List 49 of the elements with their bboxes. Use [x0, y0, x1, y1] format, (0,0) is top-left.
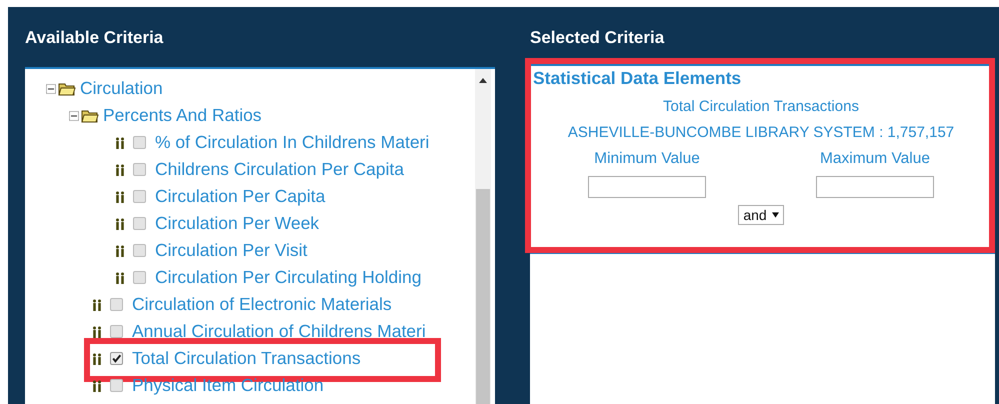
people-icon: [115, 272, 125, 284]
checkbox[interactable]: [110, 325, 123, 338]
collapse-icon[interactable]: [69, 110, 79, 120]
checkbox[interactable]: [110, 352, 123, 365]
people-icon: [115, 218, 125, 230]
tree-folder-label[interactable]: Percents And Ratios: [103, 105, 262, 126]
scroll-up-icon[interactable]: [479, 77, 487, 83]
people-icon: [115, 164, 125, 176]
tree-item-label[interactable]: Circulation Per Visit: [155, 240, 308, 261]
people-icon: [92, 298, 102, 310]
scrollbar[interactable]: [475, 69, 491, 404]
panel-title: Selected Criteria: [530, 27, 666, 49]
checkbox[interactable]: [133, 190, 146, 203]
checkbox[interactable]: [133, 244, 146, 257]
tree-folder-label[interactable]: Circulation: [80, 78, 163, 99]
checkbox[interactable]: [133, 163, 146, 176]
tree-item-label[interactable]: % of Circulation In Childrens Materi: [155, 132, 430, 153]
checkbox[interactable]: [133, 271, 146, 284]
element-name: Total Circulation Transactions: [662, 98, 860, 115]
tree-item-label[interactable]: Circulation Per Circulating Holding: [155, 267, 422, 288]
checkbox[interactable]: [110, 379, 123, 392]
operator-dropdown[interactable]: and: [738, 205, 784, 225]
maximum-input[interactable]: [816, 176, 934, 198]
library-value: ASHEVILLE-BUNCOMBE LIBRARY SYSTEM : 1,757,157: [566, 124, 956, 141]
checkbox[interactable]: [133, 136, 146, 149]
tree-item-label[interactable]: Circulation Per Capita: [155, 186, 326, 207]
caret-icon: [772, 212, 779, 218]
collapse-icon[interactable]: [46, 84, 56, 94]
field-label: Maximum Value: [820, 150, 930, 168]
people-icon: [92, 352, 102, 364]
scrollbar-thumb[interactable]: [476, 189, 490, 404]
folder-icon: [81, 108, 99, 122]
panel-title: Available Criteria: [25, 27, 164, 49]
tree-item-label[interactable]: Total Circulation Transactions: [132, 348, 361, 369]
people-icon: [115, 190, 125, 202]
people-icon: [115, 136, 125, 148]
tree-item-label[interactable]: Circulation Per Week: [155, 213, 320, 234]
folder-icon: [58, 82, 76, 96]
field-label: Minimum Value: [594, 150, 700, 168]
people-icon: [115, 244, 125, 256]
tree-item-label[interactable]: Annual Circulation of Childrens Materi: [132, 321, 426, 342]
people-icon: [92, 326, 102, 338]
checkbox[interactable]: [133, 217, 146, 230]
checkbox[interactable]: [110, 298, 123, 311]
people-icon: [92, 380, 102, 392]
tree-item-label[interactable]: Childrens Circulation Per Capita: [155, 159, 404, 180]
minimum-input[interactable]: [588, 176, 706, 198]
tree-item-label[interactable]: Circulation of Electronic Materials: [132, 294, 392, 315]
section-title: Statistical Data Elements: [533, 68, 742, 89]
